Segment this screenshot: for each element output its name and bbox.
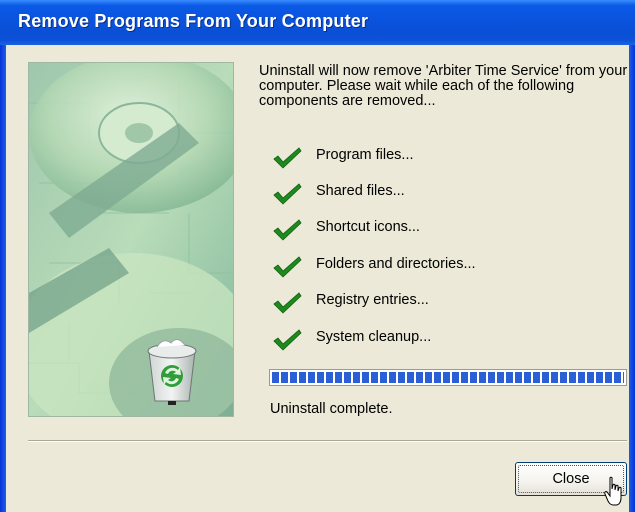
step-label: System cleanup... [316, 329, 432, 345]
checkmark-icon [273, 219, 302, 241]
mouse-pointer-icon [604, 476, 622, 506]
window-frame-right [629, 45, 635, 512]
checkmark-icon [273, 292, 302, 314]
divider [28, 440, 627, 442]
checkmark-icon [273, 329, 302, 351]
status-text: Uninstall complete. [270, 401, 393, 417]
checkmark-icon [273, 147, 302, 169]
step-label: Shared files... [316, 183, 405, 199]
recycle-bin-icon [147, 339, 197, 405]
hard-drive-recycle-image [29, 63, 233, 416]
uninstall-illustration [28, 62, 234, 417]
step-label: Registry entries... [316, 292, 429, 308]
step-label: Program files... [316, 147, 414, 163]
window-title: Remove Programs From Your Computer [18, 11, 369, 31]
uninstall-message: Uninstall will now remove 'Arbiter Time … [259, 63, 628, 109]
step-label: Shortcut icons... [316, 219, 420, 235]
progress-fill [272, 372, 624, 383]
uninstall-progress-bar [269, 369, 627, 386]
title-bar[interactable]: Remove Programs From Your Computer [0, 0, 635, 45]
close-button-label: Close [552, 470, 590, 487]
checkmark-icon [273, 183, 302, 205]
window-frame-left [0, 45, 6, 512]
step-label: Folders and directories... [316, 256, 476, 272]
uninstall-dialog: Remove Programs From Your Computer Unins… [0, 0, 635, 512]
checkmark-icon [273, 256, 302, 278]
